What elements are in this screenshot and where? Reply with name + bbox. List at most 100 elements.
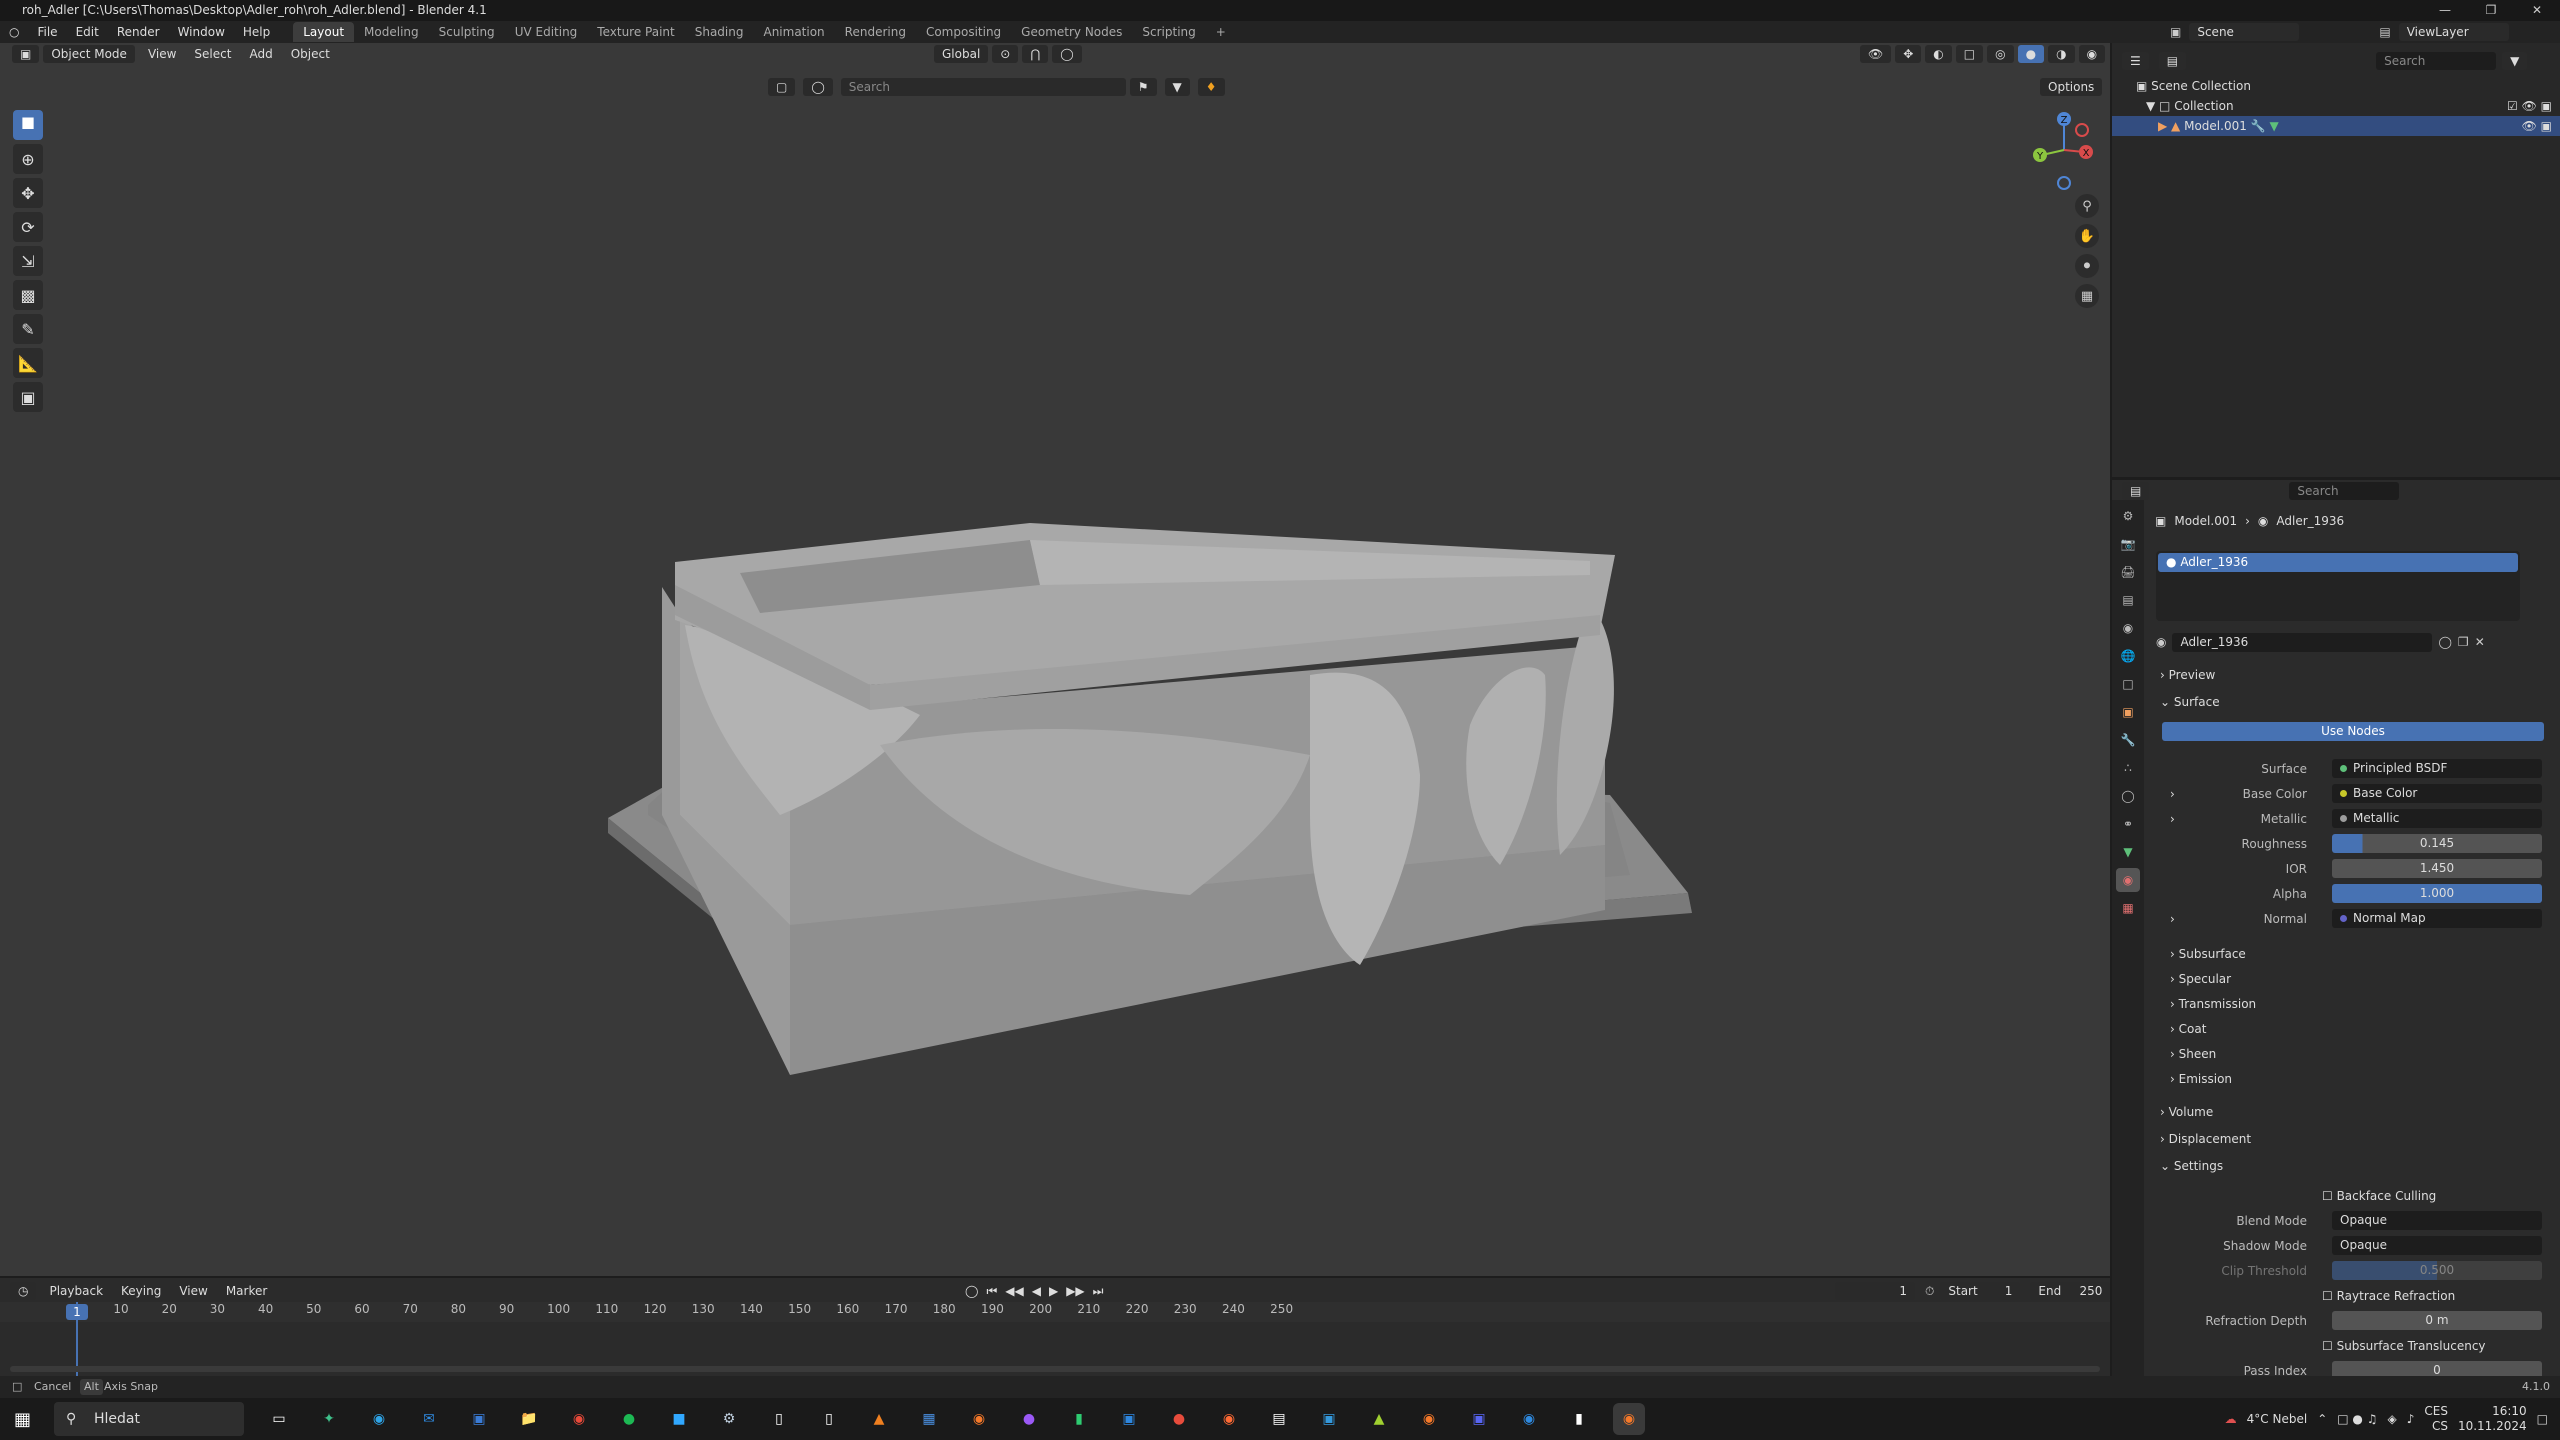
viewport-menu-add[interactable]: Add [240,47,281,61]
viewport-menu-view[interactable]: View [139,47,185,61]
shading-solid-icon[interactable]: ● [2017,45,2045,63]
app-icon-12[interactable]: ◉ [1513,1403,1545,1435]
language-indicator[interactable]: CES CS [2424,1404,2448,1434]
panel-preview[interactable]: › Preview [2160,663,2552,687]
funnel-icon[interactable]: ▼ [1164,78,1190,96]
tab-texture-paint[interactable]: Texture Paint [587,22,684,42]
snap-icon[interactable]: ⋂ [1022,45,1049,63]
select-box-icon[interactable]: ⯀ [13,110,43,140]
refraction-depth-field[interactable]: 0 m [2332,1311,2542,1330]
view-layer-selector[interactable]: ViewLayer [2398,23,2509,41]
panel-displacement[interactable]: › Displacement [2160,1127,2552,1151]
auto-key-icon[interactable]: ◯ [965,1284,978,1299]
shading-rendered-icon[interactable]: ◉ [2078,45,2106,63]
tab-uv-editing[interactable]: UV Editing [505,22,588,42]
material-slot-item[interactable]: ● Adler_1936 [2158,553,2518,572]
file-explorer-icon[interactable]: 📁 [513,1403,545,1435]
restore-icon[interactable]: ❐ [2468,0,2514,21]
shading-wireframe-icon[interactable]: ◎ [1987,45,2014,63]
data-tab-icon[interactable]: ▼ [2116,840,2140,864]
menu-help[interactable]: Help [234,25,279,39]
blender-active-icon[interactable]: ◉ [1613,1403,1645,1435]
edge-browser-icon[interactable]: ◉ [363,1403,395,1435]
play-icon[interactable]: ▶ [1049,1284,1058,1299]
menu-render[interactable]: Render [108,25,169,39]
surface-shader-field[interactable]: Principled BSDF [2332,759,2542,778]
subpanel-specular[interactable]: › Specular [2160,967,2552,991]
blender-icon-2[interactable]: ◉ [1413,1403,1445,1435]
mode-selector[interactable]: Object Mode [43,45,135,63]
tab-animation[interactable]: Animation [753,22,834,42]
panel-surface[interactable]: ⌄ Surface [2160,690,2552,714]
collection-tab-icon[interactable]: □ [2116,672,2140,696]
timeline-menu-marker[interactable]: Marker [217,1284,276,1298]
menu-window[interactable]: Window [169,25,234,39]
playhead-frame-label[interactable]: 1 [66,1304,88,1320]
subpanel-coat[interactable]: › Coat [2160,1017,2552,1041]
annotate-icon[interactable]: ✎ [13,314,43,344]
menu-file[interactable]: File [28,25,66,39]
expand-chevron-icon[interactable]: › [2170,907,2175,931]
notifications-icon[interactable]: □ [2537,1412,2548,1426]
measure-icon[interactable]: 📐 [13,348,43,378]
output-tab-icon[interactable]: 🖨 [2116,560,2140,584]
preview-range-icon[interactable]: ⏱ [1925,1284,1934,1299]
start-frame-field[interactable]: Start 1 [1940,1282,2021,1300]
properties-search-input[interactable]: Search [2289,482,2400,500]
subsurface-translucency-checkbox[interactable]: ☐ Subsurface Translucency [2322,1334,2486,1358]
mesh-data-icon[interactable]: ▼ [2269,119,2278,133]
add-workspace-icon[interactable]: + [1206,22,1236,42]
properties-editor-icon[interactable]: ▤ [2122,482,2150,500]
photoshop-icon[interactable]: ■ [663,1403,695,1435]
app-icon-4[interactable]: ▮ [1063,1403,1095,1435]
view-layer-tab-icon[interactable]: ▤ [2116,588,2140,612]
object-tab-icon[interactable]: ▣ [2116,700,2140,724]
vlc-icon[interactable]: ▲ [863,1403,895,1435]
outliner-editor-icon[interactable]: ☰ [2122,52,2149,70]
app-icon-9[interactable]: ▣ [1313,1403,1345,1435]
document-icon[interactable]: ▯ [763,1403,795,1435]
options-button[interactable]: Options [2040,78,2103,96]
subpanel-subsurface[interactable]: › Subsurface [2160,942,2552,966]
task-view-icon[interactable]: ▭ [263,1403,295,1435]
tab-layout[interactable]: Layout [293,22,355,42]
unlink-material-icon[interactable]: ✕ [2475,635,2485,649]
select-mode-icon[interactable]: ▢ [768,78,796,96]
tab-sculpting[interactable]: Sculpting [429,22,505,42]
panel-settings[interactable]: ⌄ Settings [2160,1154,2552,1178]
physics-tab-icon[interactable]: ◯ [2116,784,2140,808]
scale-icon[interactable]: ⇲ [13,246,43,276]
viewport-menu-select[interactable]: Select [185,47,240,61]
next-keyframe-icon[interactable]: ▶▶ [1066,1284,1084,1299]
object-visibility-icons[interactable]: 👁 ▣ [2522,116,2552,136]
material-name-field[interactable]: Adler_1936 [2172,632,2433,652]
outliner-collection[interactable]: ▼ □ Collection ☑ 👁 ▣ [2112,96,2560,116]
close-icon[interactable]: ✕ [2514,0,2560,21]
bookmark-icon[interactable]: ⚑ [1129,78,1157,96]
wifi-icon[interactable]: ◈ [2387,1412,2396,1426]
camera-view-icon[interactable]: ⚫ [2075,254,2099,278]
timeline-editor-icon[interactable]: ◷ [10,1282,37,1300]
transform-icon[interactable]: ▩ [13,280,43,310]
xray-icon[interactable]: □ [1955,45,1984,63]
tray-icons[interactable]: □ ● ♫ [2337,1412,2377,1426]
display-mode-icon[interactable]: ▤ [2158,52,2187,70]
tab-geometry-nodes[interactable]: Geometry Nodes [1011,22,1132,42]
mail-icon[interactable]: ✉ [413,1403,445,1435]
modifier-wrench-icon[interactable]: 🔧 [2251,119,2266,133]
texture-tab-icon[interactable]: ▦ [2116,896,2140,920]
material-tab-icon[interactable]: ◉ [2116,868,2140,892]
expand-chevron-icon[interactable]: › [2170,782,2175,806]
shadow-mode-dropdown[interactable]: Opaque [2332,1236,2542,1255]
normal-map-field[interactable]: Normal Map [2332,909,2542,928]
material-browse-icon[interactable]: ◉ [2156,635,2166,649]
fake-user-icon[interactable]: ◯ [2438,635,2451,649]
app-icon-8[interactable]: ▤ [1263,1403,1295,1435]
modifier-tab-icon[interactable]: 🔧 [2116,728,2140,752]
use-nodes-button[interactable]: Use Nodes [2162,722,2544,741]
perspective-grid-icon[interactable]: ▦ [2075,284,2099,308]
scene-selector[interactable]: Scene [2189,23,2300,41]
filter-icon[interactable]: ◯ [803,78,833,96]
minimize-icon[interactable]: — [2422,0,2468,21]
tab-modeling[interactable]: Modeling [354,22,429,42]
